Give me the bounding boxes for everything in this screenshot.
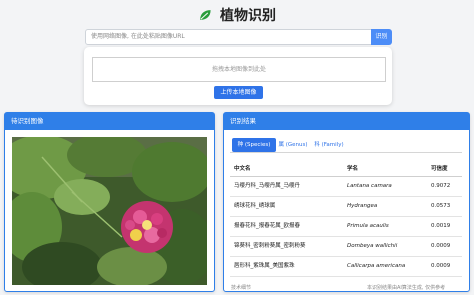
- table-row: 报春花科_报春花属_欧报春 Primula acaulis 0.0019: [230, 217, 462, 237]
- confidence-cell: 0.0573: [431, 203, 451, 209]
- drop-zone[interactable]: 拖拽本地图像到此处: [92, 57, 386, 82]
- scientific-name-cell: Dombeya wallichii: [347, 243, 398, 249]
- confidence-cell: 0.0019: [431, 223, 451, 229]
- technical-details-link[interactable]: 技术细节: [231, 284, 251, 291]
- disclaimer-text: 本识别结果由AI算法生成, 仅供参考: [367, 285, 446, 291]
- scientific-name-cell: Hydrangea: [347, 203, 378, 209]
- chinese-name-cell: 马缨丹科_马缨丹属_马缨丹: [234, 183, 301, 189]
- confidence-cell: 0.0009: [431, 243, 451, 249]
- table-row: 锦葵科_密刺粉葵属_密刺粉葵 Dombeya wallichii 0.0009: [230, 237, 462, 257]
- chinese-name-cell: 唇形科_紫珠属_美国紫珠: [234, 263, 295, 269]
- column-header-chinese-name: 中文名: [234, 166, 251, 172]
- tab-divider: [230, 152, 462, 153]
- drop-zone-text: 拖拽本地图像到此处: [211, 66, 266, 73]
- leaf-icon: [200, 9, 211, 20]
- plant-photo: [12, 137, 207, 285]
- tab-species[interactable]: 种 (Species): [232, 138, 276, 152]
- table-row: 绣球花科_绣球属 Hydrangea 0.0573: [230, 197, 462, 217]
- tab-genus[interactable]: 属 (Genus): [276, 138, 310, 152]
- confidence-cell: 0.0009: [431, 263, 451, 269]
- app-title: 植物识别: [220, 7, 277, 24]
- scientific-name-cell: Callicarpa americana: [347, 263, 406, 269]
- scientific-name-cell: Primula acaulis: [347, 223, 389, 229]
- image-panel-title: 待识别图像: [5, 113, 214, 130]
- column-header-confidence: 可信度: [431, 166, 448, 172]
- image-url-input[interactable]: 使用网络图像, 在此处粘贴图像URL: [85, 29, 377, 45]
- scientific-name-cell: Lantana camara: [347, 183, 392, 189]
- url-input-placeholder: 使用网络图像, 在此处粘贴图像URL: [91, 33, 185, 40]
- chinese-name-cell: 锦葵科_密刺粉葵属_密刺粉葵: [234, 243, 306, 249]
- column-header-scientific-name: 学名: [347, 166, 359, 172]
- upload-local-image-button[interactable]: 上传本地图像: [214, 86, 263, 99]
- chinese-name-cell: 报春花科_报春花属_欧报春: [234, 223, 301, 229]
- confidence-cell: 0.9072: [431, 183, 451, 189]
- table-row: 马缨丹科_马缨丹属_马缨丹 Lantana camara 0.9072: [230, 177, 462, 197]
- chinese-name-cell: 绣球花科_绣球属: [234, 203, 276, 209]
- table-header-row: 中文名 学名 可信度: [230, 162, 462, 177]
- table-row: 唇形科_紫珠属_美国紫珠 Callicarpa americana 0.0009: [230, 257, 462, 277]
- recognize-button[interactable]: 识别: [371, 29, 392, 45]
- result-panel-title: 识别结果: [224, 113, 469, 130]
- result-table: 中文名 学名 可信度 马缨丹科_马缨丹属_马缨丹 Lantana camara …: [230, 162, 462, 277]
- tab-family[interactable]: 科 (Family): [312, 138, 346, 152]
- app-header: 植物识别: [0, 4, 474, 26]
